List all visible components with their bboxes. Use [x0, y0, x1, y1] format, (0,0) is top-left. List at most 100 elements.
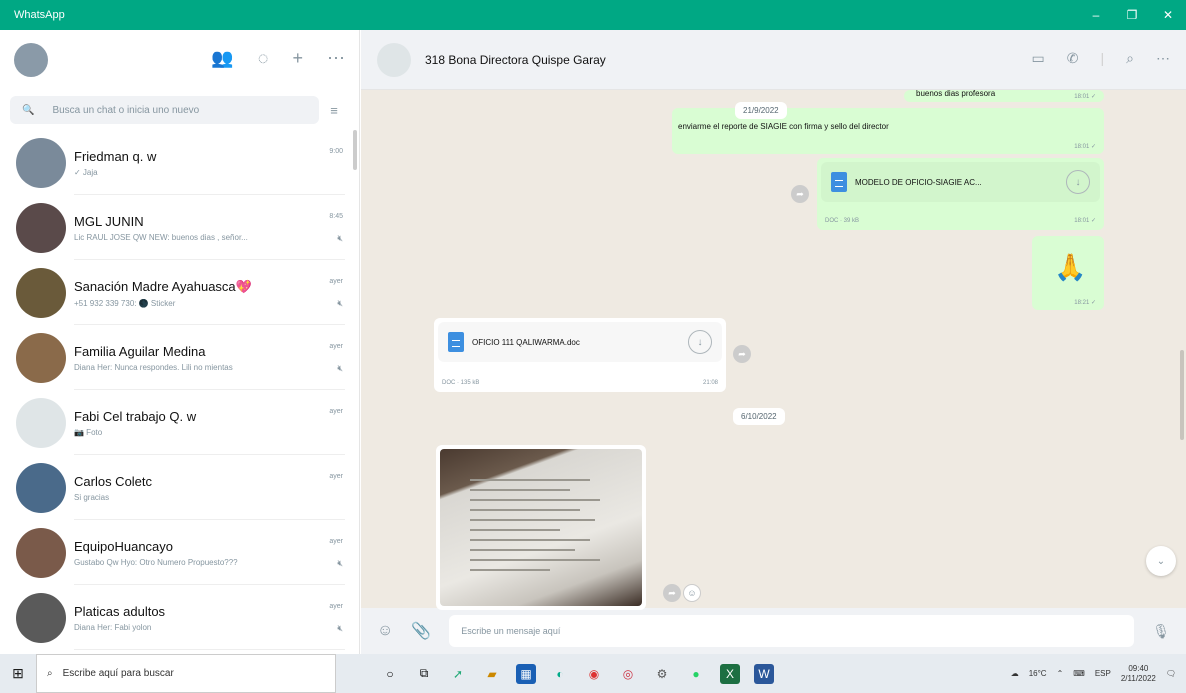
- language-indicator[interactable]: ESP: [1095, 669, 1111, 678]
- whatsapp-icon[interactable]: ●: [686, 664, 706, 684]
- message-time: 18:01 ✓: [1074, 218, 1096, 224]
- task-view-icon[interactable]: ⧉: [414, 664, 434, 684]
- status-icon[interactable]: ◌: [258, 48, 269, 69]
- search-messages-icon[interactable]: ⌕: [1126, 50, 1134, 67]
- image-message[interactable]: [436, 445, 646, 610]
- edge-icon[interactable]: ◐: [550, 664, 570, 684]
- filter-icon[interactable]: ≡: [319, 103, 349, 118]
- chat-list-item[interactable]: Fabi Cel trabajo Q. w 📷 Foto ayer: [0, 390, 359, 455]
- notifications-icon[interactable]: 🗨: [1166, 669, 1176, 678]
- chat-avatar[interactable]: [16, 332, 66, 383]
- chat-name: Sanación Madre Ayahuasca💖: [74, 278, 252, 294]
- date-separator: 21/9/2022: [735, 102, 787, 119]
- message-bubble[interactable]: buenos dias profesora 18:01 ✓: [904, 90, 1104, 102]
- contact-avatar[interactable]: [377, 42, 411, 77]
- message-time: 18:21 ✓: [1074, 300, 1096, 306]
- chat-preview: Lic RAUL JOSE QW NEW: buenos dias , seño…: [74, 233, 248, 242]
- windows-start-icon[interactable]: ⊞: [0, 665, 36, 682]
- conversation-scrollbar[interactable]: [1180, 350, 1184, 440]
- chat-avatar[interactable]: [16, 527, 66, 578]
- scroll-down-button[interactable]: ⌄: [1146, 546, 1176, 576]
- chat-preview: +51 932 339 730: 🌑 Sticker: [74, 298, 176, 308]
- minimize-button[interactable]: –: [1078, 0, 1114, 30]
- chat-preview: Diana Her: Nunca respondes. Lili no mien…: [74, 363, 233, 372]
- chat-list-item[interactable]: Carlos Coletc Si gracias ayer: [0, 455, 359, 520]
- chat-menu-icon[interactable]: ⋯: [1156, 50, 1170, 67]
- chat-preview: Gustabo Qw Hyo: Otro Numero Propuesto???: [74, 558, 238, 567]
- communities-icon[interactable]: 👥: [211, 48, 233, 69]
- forward-icon[interactable]: ➦: [663, 584, 681, 602]
- keyboard-icon[interactable]: ⌨: [1073, 669, 1085, 678]
- profile-avatar[interactable]: [14, 43, 48, 77]
- menu-icon[interactable]: ⋯: [327, 48, 345, 69]
- chat-time: ayer: [329, 408, 343, 415]
- chat-avatar[interactable]: [16, 267, 66, 318]
- conversation-header[interactable]: 318 Bona Directora Quispe Garay ▭ ✆ | ⌕ …: [361, 30, 1186, 90]
- chat-avatar[interactable]: [16, 462, 66, 513]
- clock-time: 09:40: [1128, 663, 1149, 673]
- chat-name: Familia Aguilar Medina: [74, 344, 206, 359]
- microphone-icon[interactable]: 🎙: [1152, 623, 1170, 640]
- image-thumbnail[interactable]: [440, 449, 642, 606]
- maximize-button[interactable]: ❐: [1114, 0, 1150, 30]
- chat-list-item[interactable]: Friedman q. w ✓ Jaja 9:00: [0, 130, 359, 195]
- forward-icon[interactable]: ➦: [733, 345, 751, 363]
- message-time: 18:01 ✓: [1074, 144, 1096, 150]
- search-icon: 🔍: [22, 104, 35, 116]
- taskbar-search[interactable]: ⌕ Escribe aquí para buscar: [36, 654, 336, 693]
- system-tray: ☁ 16°C ⌃ ⌨ ESP 09:40 2/11/2022 🗨: [1011, 654, 1176, 693]
- close-button[interactable]: ✕: [1150, 0, 1186, 30]
- react-icon[interactable]: ☺: [683, 584, 701, 602]
- chat-list-item[interactable]: EquipoHuancayo Gustabo Qw Hyo: Otro Numer…: [0, 520, 359, 585]
- chat-time: ayer: [329, 538, 343, 545]
- cortana-icon[interactable]: ○: [380, 664, 400, 684]
- title-bar: WhatsApp – ❐ ✕: [0, 0, 1186, 30]
- new-chat-icon[interactable]: +: [292, 48, 303, 69]
- chat-list-item[interactable]: Sanación Madre Ayahuasca💖 +51 932 339 730…: [0, 260, 359, 325]
- taskbar-search-placeholder: Escribe aquí para buscar: [62, 668, 174, 679]
- weather-icon[interactable]: ☁: [1011, 669, 1019, 678]
- chat-time: ayer: [329, 343, 343, 350]
- document-message[interactable]: OFICIO 111 QALIWARMA.doc ↓ DOC · 135 kB …: [434, 318, 726, 392]
- emoji-icon[interactable]: ☺: [377, 622, 393, 640]
- chat-list-item[interactable]: Familia Aguilar Medina Diana Her: Nunca r…: [0, 325, 359, 390]
- opera-icon[interactable]: ◎: [618, 664, 638, 684]
- chat-time: 9:00: [329, 148, 343, 155]
- word-icon[interactable]: W: [754, 663, 774, 684]
- chat-avatar[interactable]: [16, 592, 66, 643]
- attach-icon[interactable]: 📎: [411, 621, 431, 641]
- message-input[interactable]: Escribe un mensaje aquí: [449, 615, 1135, 647]
- chrome-icon[interactable]: ◉: [584, 664, 604, 684]
- sidebar-scrollbar[interactable]: [353, 130, 357, 170]
- muted-icon: 🔇︎: [337, 558, 343, 568]
- download-icon[interactable]: ↓: [1066, 170, 1090, 194]
- document-attachment[interactable]: MODELO DE OFICIO-SIAGIE AC... ↓: [821, 162, 1100, 202]
- download-icon[interactable]: ↓: [688, 330, 712, 354]
- contact-name[interactable]: 318 Bona Directora Quispe Garay: [425, 53, 606, 67]
- forward-icon[interactable]: ➦: [791, 185, 809, 203]
- app-icon[interactable]: ➚: [448, 664, 468, 684]
- date-separator: 6/10/2022: [733, 408, 785, 425]
- chat-list-item[interactable]: Platicas adultos Diana Her: Fabi yolon aye…: [0, 585, 359, 650]
- chat-list-item[interactable]: MGL JUNIN Lic RAUL JOSE QW NEW: buenos di…: [0, 195, 359, 260]
- search-placeholder: Busca un chat o inicia uno nuevo: [52, 104, 200, 116]
- document-attachment[interactable]: OFICIO 111 QALIWARMA.doc ↓: [438, 322, 722, 362]
- search-input[interactable]: 🔍 Busca un chat o inicia uno nuevo: [10, 96, 319, 124]
- settings-icon[interactable]: ⚙: [652, 664, 672, 684]
- clock[interactable]: 09:40 2/11/2022: [1121, 664, 1156, 684]
- emoji-message[interactable]: 🙏 18:21 ✓: [1032, 236, 1104, 310]
- weather-temp[interactable]: 16°C: [1029, 669, 1047, 678]
- video-call-icon[interactable]: ▭: [1032, 50, 1045, 67]
- sidebar: 👥 ◌ + ⋯ 🔍 Busca un chat o inicia uno nue…: [0, 30, 360, 654]
- chat-avatar[interactable]: [16, 397, 66, 448]
- tray-expand-icon[interactable]: ⌃: [1057, 669, 1064, 678]
- document-message[interactable]: MODELO DE OFICIO-SIAGIE AC... ↓ DOC · 39…: [817, 158, 1104, 230]
- excel-icon[interactable]: X: [720, 663, 740, 684]
- store-icon[interactable]: ▦: [516, 663, 536, 684]
- chat-avatar[interactable]: [16, 137, 66, 188]
- voice-call-icon[interactable]: ✆: [1067, 50, 1079, 67]
- compose-bar: ☺ 📎 Escribe un mensaje aquí 🎙: [361, 608, 1186, 654]
- document-name: MODELO DE OFICIO-SIAGIE AC...: [855, 177, 982, 187]
- file-explorer-icon[interactable]: ▰: [482, 664, 502, 684]
- chat-avatar[interactable]: [16, 202, 66, 253]
